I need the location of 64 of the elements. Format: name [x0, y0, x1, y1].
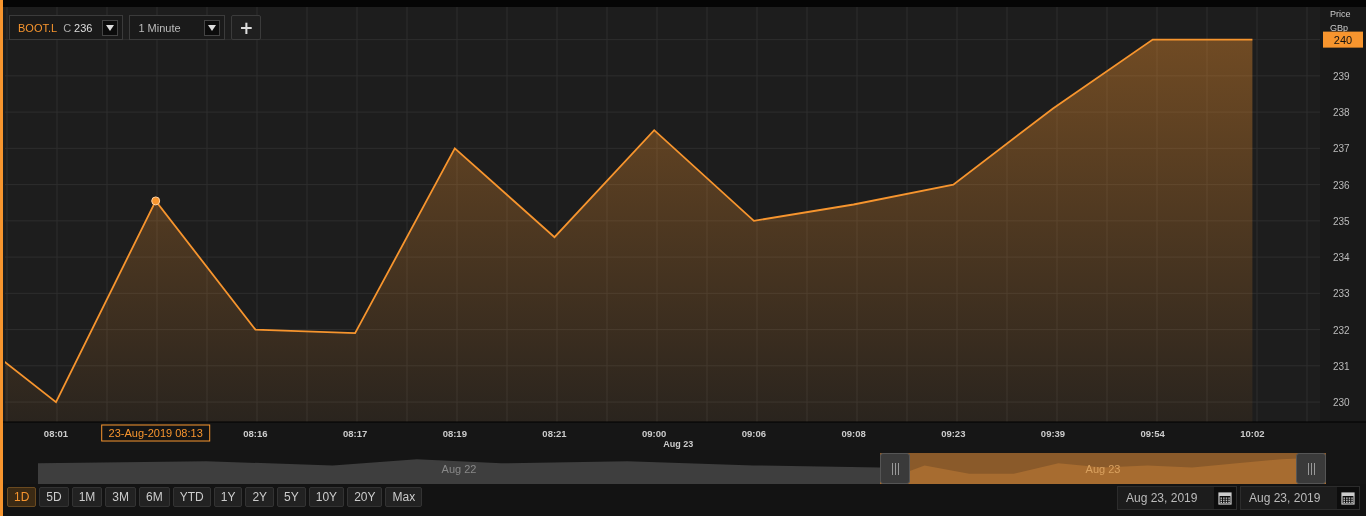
axis-label: 08:16 — [243, 428, 268, 439]
segment-label: Aug 22 — [441, 462, 477, 475]
date-field[interactable]: Aug 23, 2019 — [1240, 486, 1360, 510]
range-button[interactable]: 1D — [7, 487, 37, 507]
range-button[interactable]: 5D — [39, 487, 69, 507]
range-handle[interactable] — [880, 453, 910, 484]
axis-title: Price — [1330, 9, 1351, 19]
interval-value: 1 Minute — [138, 21, 182, 34]
range-button[interactable]: 2Y — [245, 487, 275, 507]
y-tick-label: 240 — [1333, 33, 1353, 46]
axis-label: 231 — [1333, 360, 1350, 372]
axis-label: 239 — [1333, 70, 1350, 82]
axis-label: 09:54 — [1140, 428, 1165, 439]
axis-label: 08:19 — [442, 428, 467, 439]
range-button[interactable]: 10Y — [308, 487, 345, 507]
segment-label: Aug 23 — [1085, 462, 1121, 475]
range-handle[interactable] — [1296, 453, 1326, 484]
axis-label: 09:39 — [1040, 428, 1066, 439]
range-button[interactable]: 20Y — [347, 487, 383, 507]
calendar-icon — [1341, 491, 1355, 505]
range-button[interactable]: Max — [385, 487, 423, 507]
axis-label: 09:08 — [841, 428, 866, 439]
x-tick-label: 23-Aug-2019 08:13 — [108, 427, 203, 439]
axis-label: 234 — [1333, 252, 1350, 264]
axis-label: 236 — [1333, 179, 1350, 191]
interval-select[interactable]: 1 Minute — [129, 15, 226, 40]
price-type: C — [63, 21, 72, 34]
axis-label: 08:17 — [342, 428, 368, 439]
axis-label: 233 — [1333, 288, 1350, 300]
range-button[interactable]: 1M — [71, 487, 103, 507]
range-button[interactable]: 1Y — [213, 487, 243, 507]
grip-icon — [890, 462, 900, 475]
crosshair-label: 23-Aug-2019 08:13 — [101, 424, 211, 442]
calendar-button[interactable] — [1337, 487, 1359, 509]
crosshair-point — [151, 196, 161, 206]
range-button[interactable]: 6M — [139, 487, 170, 507]
instrument-code: BOOT.L — [18, 21, 58, 34]
axis-label: 232 — [1333, 324, 1350, 336]
axis-label: 09:23 — [941, 428, 966, 439]
date-label: Aug 23 — [663, 439, 694, 449]
instrument-select[interactable]: BOOT.L C 236 — [9, 15, 124, 40]
axis-label: 237 — [1333, 143, 1350, 155]
price-value: 236 — [74, 21, 93, 34]
axis-label: 09:06 — [741, 428, 767, 439]
grip-icon — [1306, 462, 1316, 475]
date-field[interactable]: Aug 23, 2019 — [1117, 486, 1237, 510]
range-button[interactable]: 5Y — [277, 487, 306, 507]
axis-label: 10:02 — [1240, 428, 1265, 439]
calendar-icon — [1218, 491, 1232, 505]
date-input[interactable]: Aug 23, 2019 — [1241, 491, 1337, 505]
date-input[interactable]: Aug 23, 2019 — [1118, 491, 1214, 505]
range-button[interactable]: 3M — [105, 487, 137, 507]
range-button[interactable]: YTD — [172, 487, 211, 507]
axis-label: 09:00 — [642, 428, 667, 439]
calendar-button[interactable] — [1214, 487, 1236, 509]
axis-label: 235 — [1333, 215, 1350, 227]
axis-label: 230 — [1333, 397, 1350, 409]
axis-title: GBp — [1330, 23, 1348, 33]
add-button[interactable]: + — [231, 15, 262, 40]
axis-label: 08:21 — [542, 428, 567, 439]
caret-icon — [106, 24, 115, 31]
caret-icon — [208, 24, 217, 31]
axis-label: 08:01 — [43, 428, 69, 439]
axis-label: 238 — [1333, 107, 1350, 119]
